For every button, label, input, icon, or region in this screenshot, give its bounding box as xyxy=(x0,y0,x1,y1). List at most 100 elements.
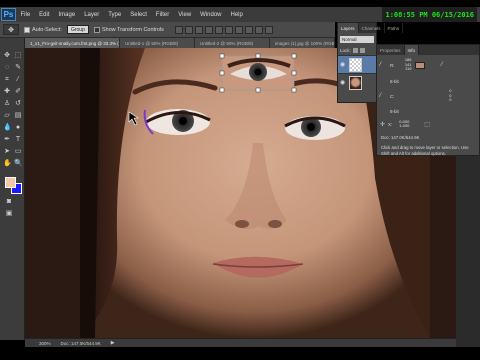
align-distribute-button[interactable] xyxy=(174,25,183,34)
tab-properties[interactable]: Properties xyxy=(377,45,405,55)
auto-select-checkbox[interactable] xyxy=(24,26,30,33)
blend-mode-dropdown[interactable]: Normal xyxy=(340,36,374,43)
screen-mode-icon[interactable]: ▣ xyxy=(5,210,13,218)
menu-file[interactable]: File xyxy=(16,12,35,18)
layer-thumbnail xyxy=(349,75,362,90)
menu-image[interactable]: Image xyxy=(54,12,80,18)
menu-view[interactable]: View xyxy=(174,12,196,18)
tab-info[interactable]: Info xyxy=(404,45,420,55)
size-icon: ⬚ xyxy=(424,121,430,128)
path-select-tool-icon[interactable]: ➤ xyxy=(3,148,11,156)
menu-filter[interactable]: Filter xyxy=(151,12,173,18)
align-distribute-button[interactable] xyxy=(194,25,203,34)
align-buttons-group xyxy=(174,25,273,34)
menu-layer[interactable]: Layer xyxy=(80,12,104,18)
blur-tool-icon[interactable]: 💧 xyxy=(3,124,12,132)
move-tool-preset-icon[interactable]: ✥ xyxy=(3,24,19,35)
eyedropper-icon[interactable]: ⁄ xyxy=(442,62,449,69)
info-row-bitdepth-2: 8-bit xyxy=(377,105,479,117)
history-brush-tool-icon[interactable]: ↺ xyxy=(14,100,22,108)
healing-brush-tool-icon[interactable]: ✚ xyxy=(3,88,11,96)
status-arrow-icon[interactable]: ▶ xyxy=(111,340,115,346)
quick-mask-icon[interactable]: ◙ xyxy=(5,198,13,206)
eyedropper-tool-icon[interactable]: ⁄ xyxy=(14,76,22,84)
eye-icon[interactable]: ◉ xyxy=(340,62,346,68)
info-panel: Properties Info ⁄ R: 186 141 119 ⁄ 8-bit… xyxy=(376,44,480,156)
shape-tool-icon[interactable]: ▭ xyxy=(14,148,22,156)
pen-tool-icon[interactable]: ✒ xyxy=(3,136,11,144)
brush-tool-icon[interactable]: ✐ xyxy=(14,88,22,96)
lock-transparency-icon[interactable] xyxy=(352,48,358,53)
doc-tab-4[interactable]: images (1).jpg @ 100% (RGB/8) xyxy=(270,38,335,48)
doc-tab-3[interactable]: Untitled-2 @ 50% (RGB/8) xyxy=(195,38,270,48)
transform-controls-label: Show Transform Controls xyxy=(101,26,164,33)
menu-edit[interactable]: Edit xyxy=(35,12,54,18)
layer-row-background[interactable]: ◉ xyxy=(338,73,376,91)
info-panel-tabs: Properties Info xyxy=(377,45,479,55)
zoom-tool-icon[interactable]: 🔍 xyxy=(14,160,23,168)
gradient-tool-icon[interactable]: ▤ xyxy=(14,112,22,120)
align-distribute-button[interactable] xyxy=(254,25,263,34)
crop-tool-icon[interactable]: ⌗ xyxy=(3,76,11,84)
status-bar: 300% Doc: 147.0K/544.9K ▶ xyxy=(25,338,456,347)
clone-stamp-tool-icon[interactable]: ♙ xyxy=(3,100,11,108)
eye-icon[interactable]: ◉ xyxy=(340,80,346,86)
menu-select[interactable]: Select xyxy=(126,12,152,18)
doc-size: Doc: 147.0K/544.9K xyxy=(60,340,101,346)
transform-controls-checkbox[interactable] xyxy=(93,26,100,33)
info-value: 1.000 xyxy=(399,123,410,128)
align-distribute-button[interactable] xyxy=(184,25,193,34)
align-distribute-button[interactable] xyxy=(214,25,223,34)
auto-select-dropdown[interactable]: Group xyxy=(66,25,89,34)
tab-channels[interactable]: Channels xyxy=(359,23,385,33)
quick-select-tool-icon[interactable]: ✎ xyxy=(14,64,22,72)
document-tabs: 1_x1_Fro-gvit-snaily.com.fmt.png @ 33.3%… xyxy=(25,38,335,48)
eyedropper-icon[interactable]: ⁄ xyxy=(380,62,387,69)
align-distribute-button[interactable] xyxy=(244,25,253,34)
transform-controls-option[interactable]: Show Transform Controls xyxy=(93,26,164,33)
bottom-letterbox xyxy=(0,347,480,360)
layers-panel: Layers Channels Paths Normal Lock: ◉ ◉ xyxy=(337,22,404,103)
info-row-rgb: ⁄ R: 186 141 119 ⁄ xyxy=(377,55,479,75)
align-distribute-button[interactable] xyxy=(264,25,273,34)
menu-bar: Ps File Edit Image Layer Type Select Fil… xyxy=(0,7,480,22)
bit-depth-label: 8-bit xyxy=(390,108,399,114)
lasso-tool-icon[interactable]: ◌ xyxy=(3,64,11,72)
type-tool-icon[interactable]: T xyxy=(14,136,22,144)
info-value: 119 xyxy=(405,66,412,72)
info-value: 0 xyxy=(449,97,452,103)
hand-tool-icon[interactable]: ✋ xyxy=(3,160,12,168)
eraser-tool-icon[interactable]: ▱ xyxy=(3,112,11,120)
align-distribute-button[interactable] xyxy=(204,25,213,34)
bit-depth-label: 8-bit xyxy=(390,78,399,84)
info-label: C: xyxy=(390,93,395,99)
position-icon: ✛ xyxy=(380,121,386,128)
auto-select-option[interactable]: Auto-Select: xyxy=(24,26,62,33)
eyedropper-icon[interactable]: ⁄ xyxy=(380,93,387,100)
marquee-tool-icon[interactable]: ⬚ xyxy=(14,52,22,60)
align-distribute-button[interactable] xyxy=(234,25,243,34)
layer-row-layer-1[interactable]: ◉ xyxy=(338,55,376,73)
menu-help[interactable]: Help xyxy=(226,12,247,18)
info-doc-size: Doc: 147.0K/544.9K xyxy=(381,135,420,140)
tab-paths[interactable]: Paths xyxy=(385,23,404,33)
tab-layers[interactable]: Layers xyxy=(338,23,359,33)
move-tool-icon[interactable]: ✥ xyxy=(3,52,11,60)
doc-tab-1[interactable]: 1_x1_Fro-gvit-snaily.com.fmt.png @ 33.3%… xyxy=(25,38,120,48)
info-hint-text: Click and drag to move layer or selectio… xyxy=(381,145,469,156)
menu-window[interactable]: Window xyxy=(196,12,226,18)
doc-tab-2[interactable]: Untitled-1 @ 50% (RGB/8) xyxy=(120,38,195,48)
options-bar: ✥ Auto-Select: Group Show Transform Cont… xyxy=(0,22,335,38)
zoom-level[interactable]: 300% xyxy=(39,341,51,346)
lock-position-icon[interactable] xyxy=(359,48,365,53)
info-row-position: ✛ X: 0.000 1.000 ⬚ xyxy=(377,117,479,131)
sample-color-swatch xyxy=(414,61,425,69)
align-distribute-button[interactable] xyxy=(224,25,233,34)
dodge-tool-icon[interactable]: ● xyxy=(14,124,22,132)
info-values: 0.000 1.000 xyxy=(395,119,410,129)
photoshop-logo-icon: Ps xyxy=(1,8,16,21)
menu-type[interactable]: Type xyxy=(104,12,126,18)
lock-row: Lock: xyxy=(338,46,376,55)
foreground-color-swatch[interactable] xyxy=(5,177,16,188)
info-label: X: xyxy=(388,121,393,127)
